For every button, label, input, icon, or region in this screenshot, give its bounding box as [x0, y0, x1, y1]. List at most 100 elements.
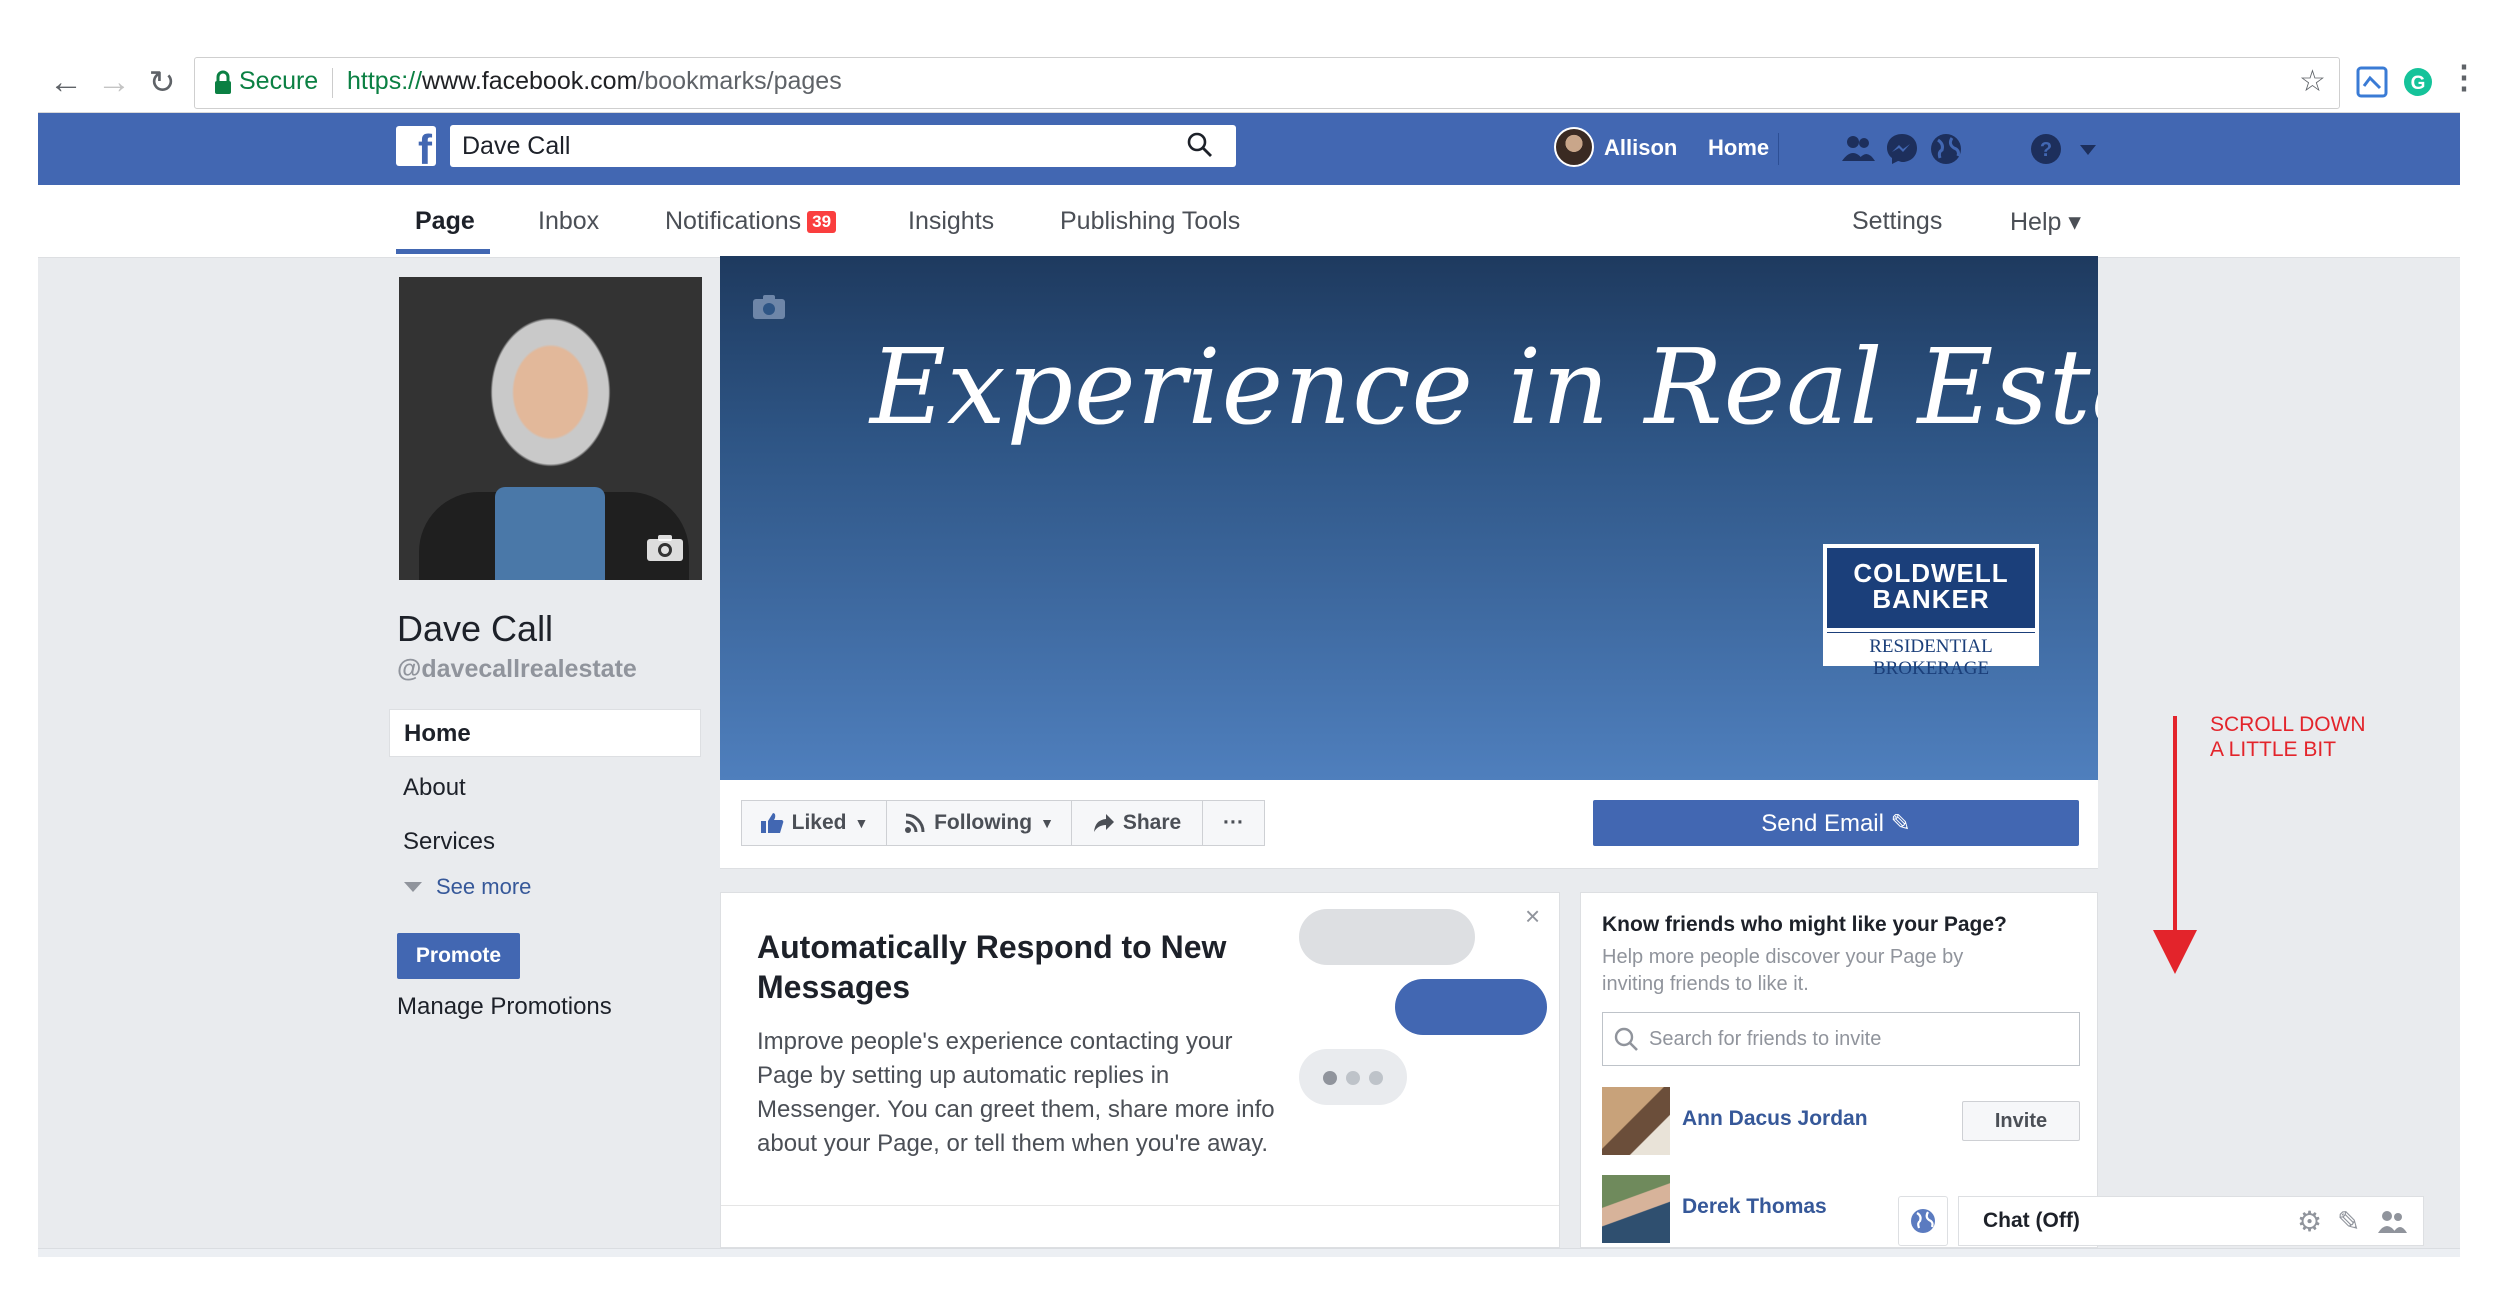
share-arrow-icon	[1093, 814, 1114, 832]
home-link[interactable]: Home	[1708, 135, 1769, 161]
url-host: www.facebook.com	[422, 67, 638, 95]
invite-friends-subtitle: Help more people discover your Page by i…	[1602, 946, 1964, 995]
friend-avatar[interactable]	[1602, 1175, 1670, 1243]
tab-page[interactable]: Page	[415, 207, 475, 236]
left-nav-about[interactable]: About	[403, 774, 466, 802]
pencil-icon: ✎	[1890, 809, 1911, 837]
profile-link[interactable]: Allison	[1604, 135, 1677, 161]
friend-search-field[interactable]	[1602, 1012, 2080, 1066]
topbar-divider	[1778, 133, 1779, 165]
chat-status: Chat (Off)	[1983, 1209, 2080, 1232]
invite-friends-title: Know friends who might like your Page?	[1602, 913, 2007, 936]
friend-name[interactable]: Ann Dacus Jordan	[1682, 1107, 1868, 1131]
following-label: Following	[934, 811, 1033, 834]
avatar[interactable]	[1554, 127, 1594, 167]
liked-label: Liked	[791, 811, 847, 834]
share-label: Share	[1122, 811, 1182, 834]
secure-label: Secure	[239, 67, 319, 95]
chat-bar[interactable]: Chat (Off) ⚙ ✎	[1958, 1196, 2424, 1246]
left-nav-services[interactable]: Services	[403, 828, 495, 856]
close-icon[interactable]: ×	[1525, 901, 1540, 932]
search-icon	[1614, 1027, 1638, 1051]
search-icon[interactable]	[1186, 131, 1214, 159]
help-icon[interactable]: ?	[2028, 131, 2064, 167]
tab-help[interactable]: Help ▾	[2010, 207, 2081, 237]
page-handle[interactable]: @davecallrealestate	[397, 655, 637, 684]
liked-button[interactable]: Liked ▼	[741, 800, 887, 846]
logo-subtitle: RESIDENTIAL BROKERAGE	[1827, 632, 2035, 680]
forward-arrow-icon[interactable]: →	[92, 60, 136, 104]
kebab-menu-icon[interactable]: ⋮	[2448, 58, 2480, 96]
friend-search-input[interactable]	[1647, 1023, 2071, 1055]
messenger-icon[interactable]	[1884, 131, 1920, 167]
facebook-topbar: f Dave Call Allison Home ?	[38, 113, 2460, 185]
people-icon[interactable]	[2377, 1209, 2407, 1235]
page-action-bar: Liked ▼ Following ▼ Share ··· Send Email…	[720, 780, 2098, 869]
card-divider	[721, 1205, 1559, 1206]
friends-icon[interactable]	[1840, 131, 1876, 167]
cover-photo[interactable]: Experience in Real Estate COLDWELLBANKER…	[720, 256, 2098, 780]
scroll-down-arrow-icon	[2153, 716, 2197, 974]
facebook-logo[interactable]: f	[396, 126, 436, 166]
chat-globe-button[interactable]	[1898, 1196, 1948, 1246]
svg-text:G: G	[2411, 73, 2426, 94]
tab-notifications[interactable]: Notifications 39	[665, 207, 837, 236]
typing-indicator	[1299, 1049, 1407, 1105]
friend-name[interactable]: Derek Thomas	[1682, 1195, 1827, 1219]
more-options-button[interactable]: ···	[1202, 800, 1265, 846]
cover-title: Experience in Real Estate	[870, 326, 2098, 448]
camera-icon[interactable]	[646, 534, 684, 562]
promote-button[interactable]: Promote	[397, 933, 520, 979]
svg-text:?: ?	[2040, 139, 2052, 161]
tab-notifications-label: Notifications	[665, 207, 802, 235]
friend-avatar[interactable]	[1602, 1087, 1670, 1155]
chat-bubble-blue	[1395, 979, 1547, 1035]
following-button[interactable]: Following ▼	[886, 800, 1072, 846]
invite-button[interactable]: Invite	[1962, 1101, 2080, 1141]
page-tabs: Page Inbox Notifications 39 Insights Publ…	[38, 185, 2460, 258]
chat-bubble-grey	[1299, 909, 1475, 965]
left-nav-home-label: Home	[404, 720, 471, 747]
tab-settings[interactable]: Settings	[1852, 207, 1942, 236]
url-path: /bookmarks/pages	[637, 67, 842, 95]
tab-publishing-tools[interactable]: Publishing Tools	[1060, 207, 1240, 236]
star-icon[interactable]: ☆	[2299, 64, 2326, 99]
profile-photo[interactable]	[399, 277, 702, 580]
manage-promotions-link[interactable]: Manage Promotions	[397, 993, 612, 1021]
annotation-line2: A LITTLE BIT	[2210, 738, 2337, 761]
logo-line1: COLDWELL	[1853, 558, 2009, 588]
address-separator	[332, 68, 333, 98]
tab-inbox[interactable]: Inbox	[538, 207, 599, 236]
globe-icon[interactable]	[1928, 131, 1964, 167]
invite-friends-card: Know friends who might like your Page? H…	[1580, 892, 2098, 1248]
search-input[interactable]: Dave Call	[450, 125, 1236, 167]
coldwell-banker-logo: COLDWELL BANKER RESIDENTIAL BROKERAGE	[1823, 544, 2039, 679]
compose-icon[interactable]: ✎	[2337, 1205, 2360, 1238]
url-text[interactable]: https://www.facebook.com/bookmarks/pages	[347, 67, 842, 96]
send-email-button[interactable]: Send Email ✎	[1593, 800, 2079, 846]
thumbs-up-icon	[760, 813, 783, 833]
active-tab-indicator	[396, 249, 490, 254]
rss-icon	[905, 813, 925, 833]
tab-insights[interactable]: Insights	[908, 207, 994, 236]
share-button[interactable]: Share	[1071, 800, 1203, 846]
caret-down-icon[interactable]	[2078, 143, 2098, 157]
annotation-line1: SCROLL DOWN	[2210, 713, 2366, 736]
see-more-label: See more	[436, 874, 532, 899]
auto-respond-body: Improve people's experience contacting y…	[757, 1028, 1275, 1157]
left-nav-home[interactable]: Home	[389, 709, 701, 757]
camera-icon[interactable]	[752, 294, 786, 320]
send-email-label: Send Email	[1761, 809, 1884, 837]
scroll-annotation: SCROLL DOWN A LITTLE BIT	[2210, 712, 2366, 762]
browser-toolbar: ← → ↻ Secure https://www.facebook.com/bo…	[38, 52, 2480, 113]
notification-badge: 39	[807, 211, 837, 233]
extension-icon[interactable]	[2356, 66, 2388, 98]
see-more-link[interactable]: See more	[404, 874, 531, 900]
gear-icon[interactable]: ⚙	[2297, 1205, 2322, 1238]
reload-icon[interactable]: ↻	[140, 60, 184, 104]
globe-icon	[1911, 1209, 1935, 1233]
back-arrow-icon[interactable]: ←	[44, 60, 88, 104]
address-bar[interactable]: Secure https://www.facebook.com/bookmark…	[194, 57, 2340, 109]
caret-down-icon: ▼	[854, 815, 869, 831]
grammarly-icon[interactable]: G	[2402, 66, 2434, 98]
